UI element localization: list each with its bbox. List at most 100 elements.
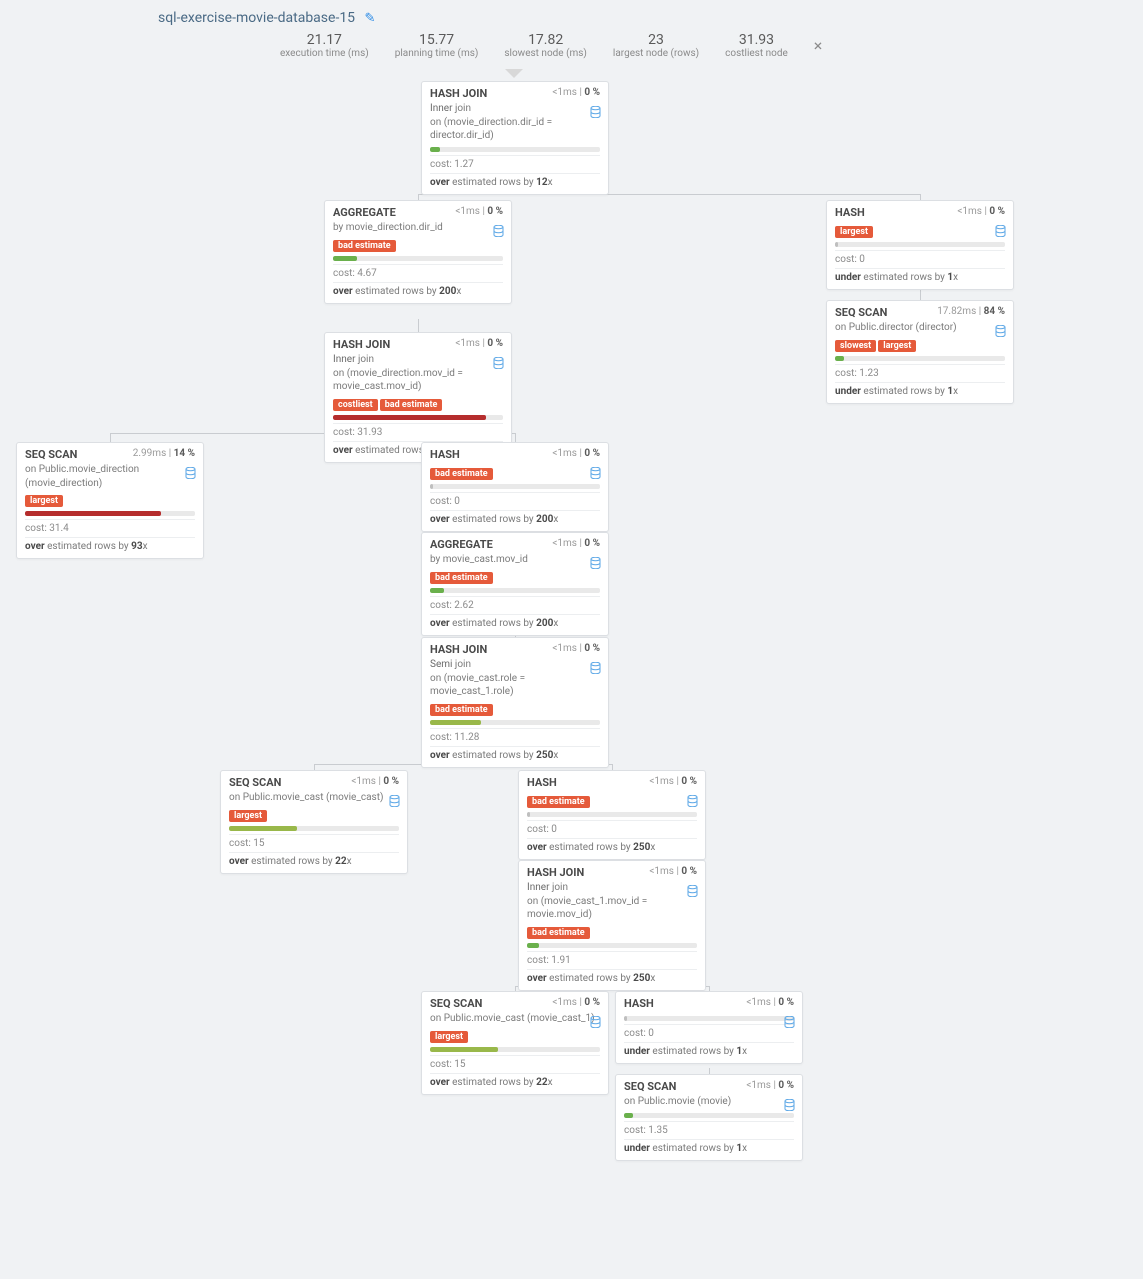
- close-icon[interactable]: ×: [814, 36, 823, 55]
- stat-slow: 17.82slowest node (ms): [504, 32, 587, 59]
- tag-bad estimate: bad estimate: [430, 704, 493, 716]
- tag-bad estimate: bad estimate: [333, 240, 396, 252]
- plan-name: sql-exercise-movie-database-15: [158, 10, 355, 26]
- node-op: HASH JOIN: [333, 338, 390, 351]
- scan-target: on Public.movie_cast (movie_cast_1): [430, 1012, 600, 1026]
- database-icon[interactable]: [590, 662, 601, 677]
- cost-value: cost: 1.23: [835, 364, 1005, 379]
- join-type: Semi join: [430, 658, 600, 672]
- node-time: <1ms | 0 %: [552, 997, 600, 1008]
- node-op: HASH JOIN: [527, 866, 584, 879]
- join-condition: on (movie_cast_1.mov_id = movie.mov_id): [527, 895, 697, 922]
- edit-icon[interactable]: ✎: [365, 11, 376, 26]
- database-icon[interactable]: [590, 1016, 601, 1031]
- node-time: 2.99ms | 14 %: [133, 448, 195, 459]
- root-arrow-icon: [505, 69, 523, 78]
- cost-bar: [333, 415, 503, 420]
- join-condition: on (movie_direction.dir_id = director.di…: [430, 116, 600, 143]
- tag-bad estimate: bad estimate: [380, 399, 443, 411]
- join-type: Inner join: [527, 881, 697, 895]
- connector: [515, 433, 516, 442]
- plan-node-n14[interactable]: HASH<1ms | 0 %cost: 0under estimated row…: [615, 991, 803, 1064]
- row-estimate: over estimated rows by 200x: [430, 614, 600, 629]
- cost-value: cost: 4.67: [333, 264, 503, 279]
- node-op: HASH JOIN: [430, 643, 487, 656]
- row-estimate: over estimated rows by 250x: [527, 838, 697, 853]
- node-op: HASH: [835, 206, 865, 219]
- cost-value: cost: 11.28: [430, 728, 600, 743]
- cost-bar: [333, 256, 503, 261]
- database-icon[interactable]: [687, 885, 698, 900]
- scan-target: on Public.movie (movie): [624, 1095, 794, 1109]
- tag-bad estimate: bad estimate: [527, 796, 590, 808]
- node-tags: largest: [835, 224, 1005, 238]
- tag-largest: largest: [25, 495, 63, 507]
- database-icon[interactable]: [590, 106, 601, 121]
- scan-target: on Public.movie_direction (movie_directi…: [25, 463, 195, 490]
- row-estimate: under estimated rows by 1x: [624, 1139, 794, 1154]
- node-tags: bad estimate: [333, 238, 503, 252]
- plan-node-n4[interactable]: SEQ SCAN17.82ms | 84 %on Public.director…: [826, 300, 1014, 404]
- cost-bar: [430, 720, 600, 725]
- cost-value: cost: 0: [624, 1024, 794, 1039]
- node-tags: bad estimate: [430, 570, 600, 584]
- plan-node-n7[interactable]: HASH<1ms | 0 %bad estimatecost: 0over es…: [421, 442, 609, 532]
- tag-bad estimate: bad estimate: [527, 927, 590, 939]
- plan-node-n13[interactable]: SEQ SCAN<1ms | 0 %on Public.movie_cast (…: [421, 991, 609, 1095]
- cost-value: cost: 31.93: [333, 423, 503, 438]
- database-icon[interactable]: [784, 1099, 795, 1114]
- row-estimate: over estimated rows by 93x: [25, 537, 195, 552]
- plan-node-n3[interactable]: HASH<1ms | 0 %largestcost: 0under estima…: [826, 200, 1014, 290]
- tag-largest: largest: [835, 226, 873, 238]
- node-tags: largest: [229, 808, 399, 822]
- plan-node-n10[interactable]: SEQ SCAN<1ms | 0 %on Public.movie_cast (…: [220, 770, 408, 874]
- node-tags: slowestlargest: [835, 338, 1005, 352]
- row-estimate: under estimated rows by 1x: [835, 268, 1005, 283]
- node-time: <1ms | 0 %: [746, 997, 794, 1008]
- plan-node-n2[interactable]: AGGREGATE<1ms | 0 %by movie_direction.di…: [324, 200, 512, 304]
- plan-node-n9[interactable]: HASH JOIN<1ms | 0 %Semi joinon (movie_ca…: [421, 637, 609, 768]
- connector: [418, 319, 419, 332]
- node-time: <1ms | 0 %: [552, 448, 600, 459]
- cost-bar: [527, 943, 697, 948]
- cost-bar: [229, 826, 399, 831]
- tag-bad estimate: bad estimate: [430, 468, 493, 480]
- plan-node-n1[interactable]: HASH JOIN<1ms | 0 %Inner joinon (movie_d…: [421, 81, 609, 195]
- database-icon[interactable]: [995, 325, 1006, 340]
- database-icon[interactable]: [389, 795, 400, 810]
- plan-node-n8[interactable]: AGGREGATE<1ms | 0 %by movie_cast.mov_idb…: [421, 532, 609, 636]
- node-tags: bad estimate: [430, 702, 600, 716]
- cost-value: cost: 1.27: [430, 155, 600, 170]
- node-op: SEQ SCAN: [229, 776, 281, 789]
- node-time: <1ms | 0 %: [351, 776, 399, 787]
- database-icon[interactable]: [493, 357, 504, 372]
- plan-node-n15[interactable]: SEQ SCAN<1ms | 0 %on Public.movie (movie…: [615, 1074, 803, 1161]
- group-by: by movie_cast.mov_id: [430, 553, 600, 567]
- tag-slowest: slowest: [835, 340, 876, 352]
- database-icon[interactable]: [590, 557, 601, 572]
- database-icon[interactable]: [590, 467, 601, 482]
- cost-value: cost: 15: [430, 1055, 600, 1070]
- scan-target: on Public.director (director): [835, 321, 1005, 335]
- database-icon[interactable]: [784, 1016, 795, 1031]
- cost-bar: [624, 1113, 794, 1118]
- node-op: AGGREGATE: [430, 538, 493, 551]
- stat-cost: 31.93costliest node: [725, 32, 788, 59]
- cost-value: cost: 2.62: [430, 596, 600, 611]
- plan-node-n11[interactable]: HASH<1ms | 0 %bad estimatecost: 0over es…: [518, 770, 706, 860]
- row-estimate: over estimated rows by 250x: [527, 969, 697, 984]
- database-icon[interactable]: [995, 225, 1006, 240]
- node-time: <1ms | 0 %: [552, 643, 600, 654]
- plan-node-n12[interactable]: HASH JOIN<1ms | 0 %Inner joinon (movie_c…: [518, 860, 706, 991]
- database-icon[interactable]: [687, 795, 698, 810]
- cost-bar: [430, 588, 600, 593]
- cost-value: cost: 31.4: [25, 519, 195, 534]
- plan-node-n6[interactable]: SEQ SCAN2.99ms | 14 %on Public.movie_dir…: [16, 442, 204, 559]
- join-type: Inner join: [333, 353, 503, 367]
- database-icon[interactable]: [185, 467, 196, 482]
- node-time: <1ms | 0 %: [552, 87, 600, 98]
- stat-exec: 21.17execution time (ms): [280, 32, 369, 59]
- row-estimate: under estimated rows by 1x: [835, 382, 1005, 397]
- row-estimate: over estimated rows by 22x: [229, 852, 399, 867]
- database-icon[interactable]: [493, 225, 504, 240]
